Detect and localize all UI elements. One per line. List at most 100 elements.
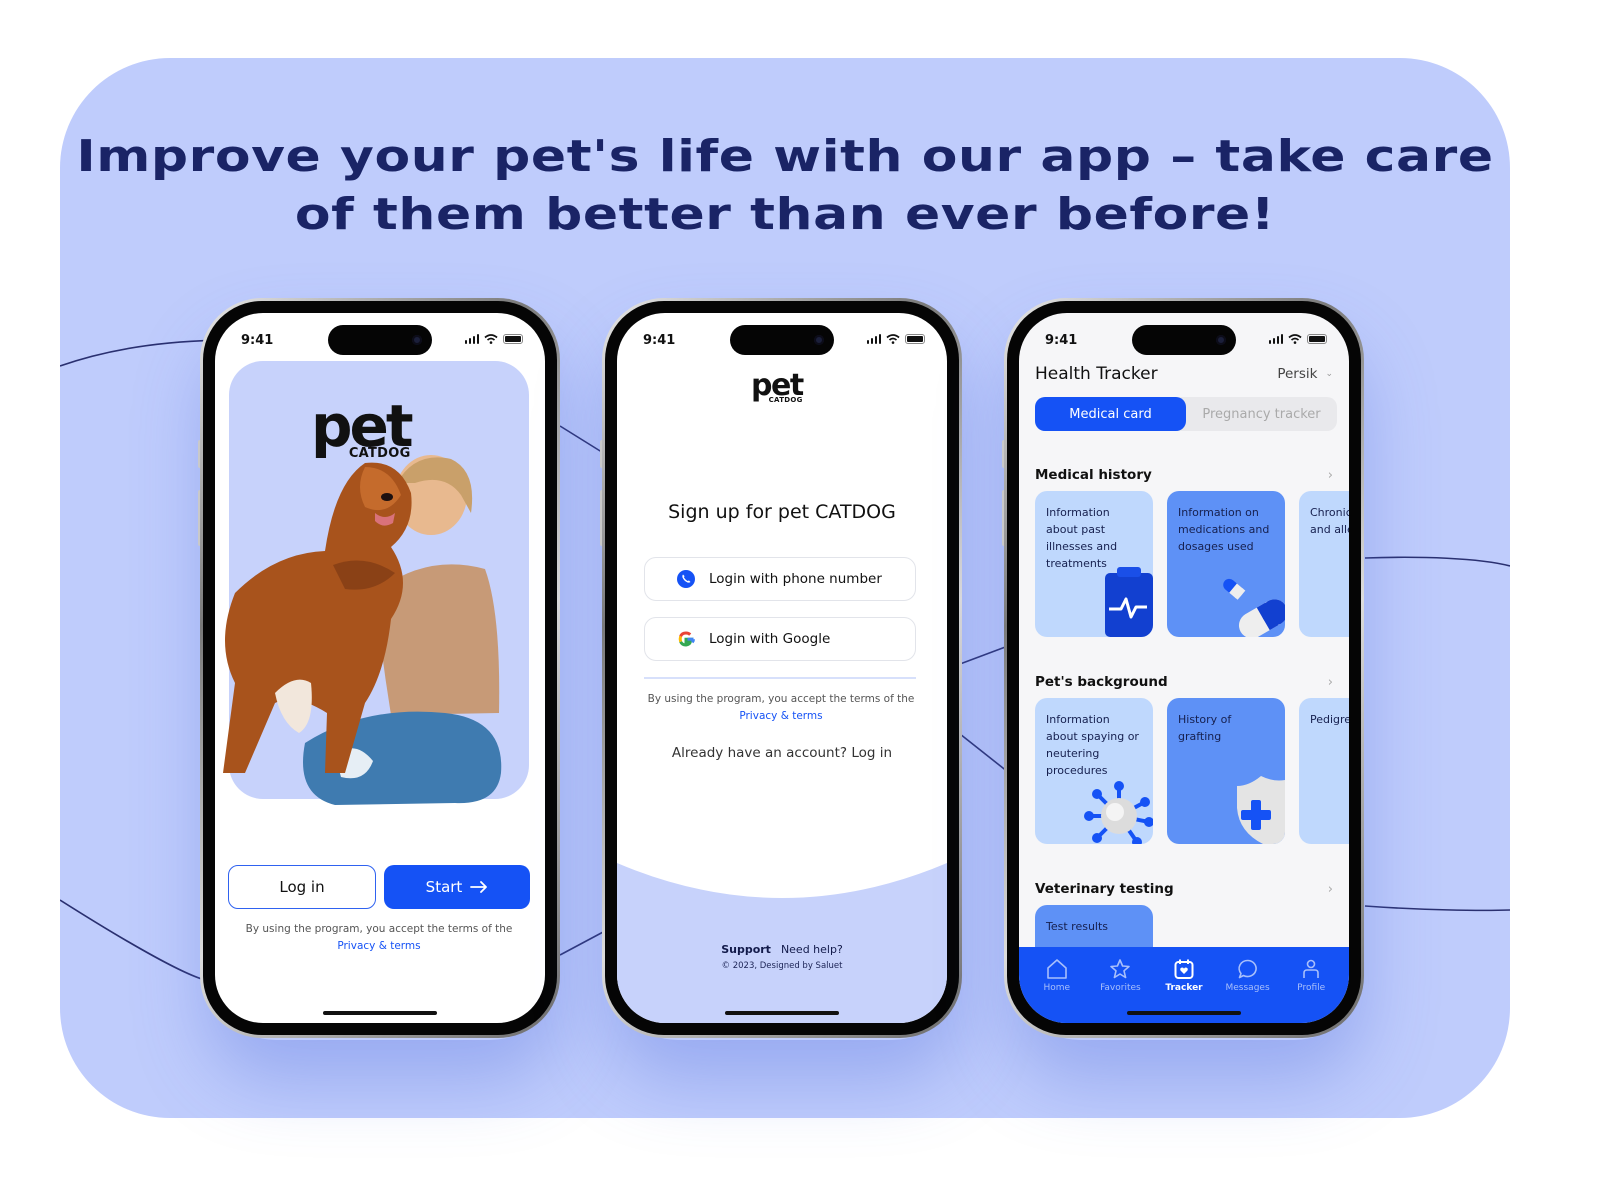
home-indicator: [1127, 1011, 1241, 1015]
start-button[interactable]: Start: [384, 865, 530, 909]
home-indicator: [323, 1011, 437, 1015]
virus-icon: [1084, 781, 1153, 844]
terms-text: By using the program, you accept the ter…: [245, 923, 513, 935]
login-phone-label: Login with phone number: [709, 571, 882, 587]
page-title: Health Tracker: [1035, 364, 1158, 384]
wifi-icon: [1288, 334, 1302, 344]
wifi-icon: [886, 334, 900, 344]
section-title: Medical history: [1035, 467, 1152, 483]
copyright: © 2023, Designed by Saluet: [721, 961, 843, 971]
info-card[interactable]: Information about spaying or neutering p…: [1035, 698, 1153, 844]
tab-label: Profile: [1297, 983, 1326, 993]
headline: Improve your pet's life with our app – t…: [0, 128, 1600, 244]
status-bar: 9:41: [215, 313, 545, 359]
tab-home[interactable]: Home: [1029, 957, 1085, 1023]
section-header: Veterinary testing ›: [1035, 881, 1333, 897]
terms-notice: By using the program, you accept the ter…: [225, 921, 533, 955]
status-bar: 9:41: [1019, 313, 1349, 359]
chat-bubble-icon: [1237, 959, 1257, 979]
section-header: Medical history ›: [1035, 467, 1333, 483]
pet-selector-value: Persik: [1277, 366, 1318, 382]
segmented-control: Medical card Pregnancy tracker: [1035, 397, 1337, 431]
card-text: Information about spaying or neutering p…: [1046, 713, 1139, 777]
login-google-label: Login with Google: [709, 631, 831, 647]
tab-pregnancy-tracker[interactable]: Pregnancy tracker: [1186, 397, 1337, 431]
info-card[interactable]: Chronic diseases and allergies: [1299, 491, 1349, 637]
start-button-label: Start: [425, 878, 463, 896]
phone-health-tracker: 9:41 Health Tracker Persik ⌄ Medical car…: [1004, 298, 1364, 1038]
chevron-right-icon[interactable]: ›: [1328, 882, 1333, 897]
arrow-right-icon: [470, 881, 488, 893]
chevron-down-icon: ⌄: [1325, 369, 1333, 379]
card-text: History of grafting: [1178, 713, 1232, 743]
privacy-terms-link[interactable]: Privacy & terms: [337, 940, 420, 952]
tab-label: Favorites: [1100, 983, 1141, 993]
dog-and-owner-photo: [223, 455, 502, 805]
health-tracker-screen: 9:41 Health Tracker Persik ⌄ Medical car…: [1019, 313, 1349, 1023]
chevron-right-icon[interactable]: ›: [1328, 675, 1333, 690]
terms-text: By using the program, you accept the ter…: [647, 693, 915, 705]
status-bar: 9:41: [617, 313, 947, 359]
dynamic-island: [1132, 325, 1236, 355]
phone-icon: [677, 570, 695, 588]
tab-label: Tracker: [1165, 983, 1203, 993]
chevron-right-icon[interactable]: ›: [1328, 468, 1333, 483]
signal-icon: [464, 334, 479, 344]
tab-medical-card[interactable]: Medical card: [1035, 397, 1186, 431]
login-button-label: Log in: [279, 878, 325, 896]
card-text: Pedigree: [1310, 713, 1349, 726]
dynamic-island: [328, 325, 432, 355]
info-card[interactable]: Pedigree: [1299, 698, 1349, 844]
dynamic-island: [730, 325, 834, 355]
pills-icon: [1223, 578, 1285, 637]
card-text: Information on medications and dosages u…: [1178, 506, 1270, 553]
signup-title: Sign up for pet CATDOG: [668, 501, 896, 523]
tab-label: Home: [1043, 983, 1071, 993]
home-icon: [1046, 959, 1067, 979]
pets-background-cards: Information about spaying or neutering p…: [1035, 698, 1349, 844]
brand-logo: pet CATDOG: [751, 371, 804, 404]
already-have-account-link[interactable]: Already have an account? Log in: [617, 745, 947, 761]
google-icon: [678, 631, 695, 647]
camera-icon: [814, 335, 824, 345]
privacy-terms-link[interactable]: Privacy & terms: [739, 710, 822, 722]
camera-icon: [1216, 335, 1226, 345]
info-card[interactable]: History of grafting: [1167, 698, 1285, 844]
info-card[interactable]: Information on medications and dosages u…: [1167, 491, 1285, 637]
info-card[interactable]: Information about past illnesses and tre…: [1035, 491, 1153, 637]
signal-icon: [866, 334, 881, 344]
battery-icon: [503, 334, 523, 344]
home-indicator: [725, 1011, 839, 1015]
battery-icon: [905, 334, 925, 344]
divider: [644, 677, 916, 679]
footer: Support Need help? © 2023, Designed by S…: [617, 943, 947, 971]
welcome-screen: 9:41 pet CATDOG Log in Start By using th…: [215, 313, 545, 1023]
card-text: Test results: [1046, 920, 1109, 933]
tab-profile[interactable]: Profile: [1283, 957, 1339, 1023]
signup-screen: 9:41 pet CATDOG Sign up for pet CATDOG L…: [617, 313, 947, 1023]
clipboard-pulse-icon: [1105, 567, 1153, 637]
headline-line-2: of them better than ever before!: [294, 189, 1276, 240]
phone-signup: 9:41 pet CATDOG Sign up for pet CATDOG L…: [602, 298, 962, 1038]
status-time: 9:41: [241, 333, 274, 348]
signal-icon: [1268, 334, 1283, 344]
status-time: 9:41: [643, 333, 676, 348]
pet-selector[interactable]: Persik ⌄: [1277, 366, 1333, 382]
need-help-link[interactable]: Need help?: [781, 943, 843, 956]
card-text: Information about past illnesses and tre…: [1046, 506, 1118, 570]
wifi-icon: [484, 334, 498, 344]
battery-icon: [1307, 334, 1327, 344]
medical-history-cards: Information about past illnesses and tre…: [1035, 491, 1349, 637]
support-link[interactable]: Support: [721, 943, 771, 956]
tab-label: Messages: [1225, 983, 1270, 993]
section-header: Pet's background ›: [1035, 674, 1333, 690]
person-icon: [1303, 959, 1319, 978]
login-button[interactable]: Log in: [228, 865, 376, 909]
section-title: Pet's background: [1035, 674, 1168, 690]
shield-plus-icon: [1237, 776, 1285, 844]
login-google-button[interactable]: Login with Google: [644, 617, 916, 661]
headline-line-1: Improve your pet's life with our app – t…: [76, 131, 1494, 182]
section-title: Veterinary testing: [1035, 881, 1174, 897]
terms-notice: By using the program, you accept the ter…: [627, 691, 935, 725]
login-phone-button[interactable]: Login with phone number: [644, 557, 916, 601]
